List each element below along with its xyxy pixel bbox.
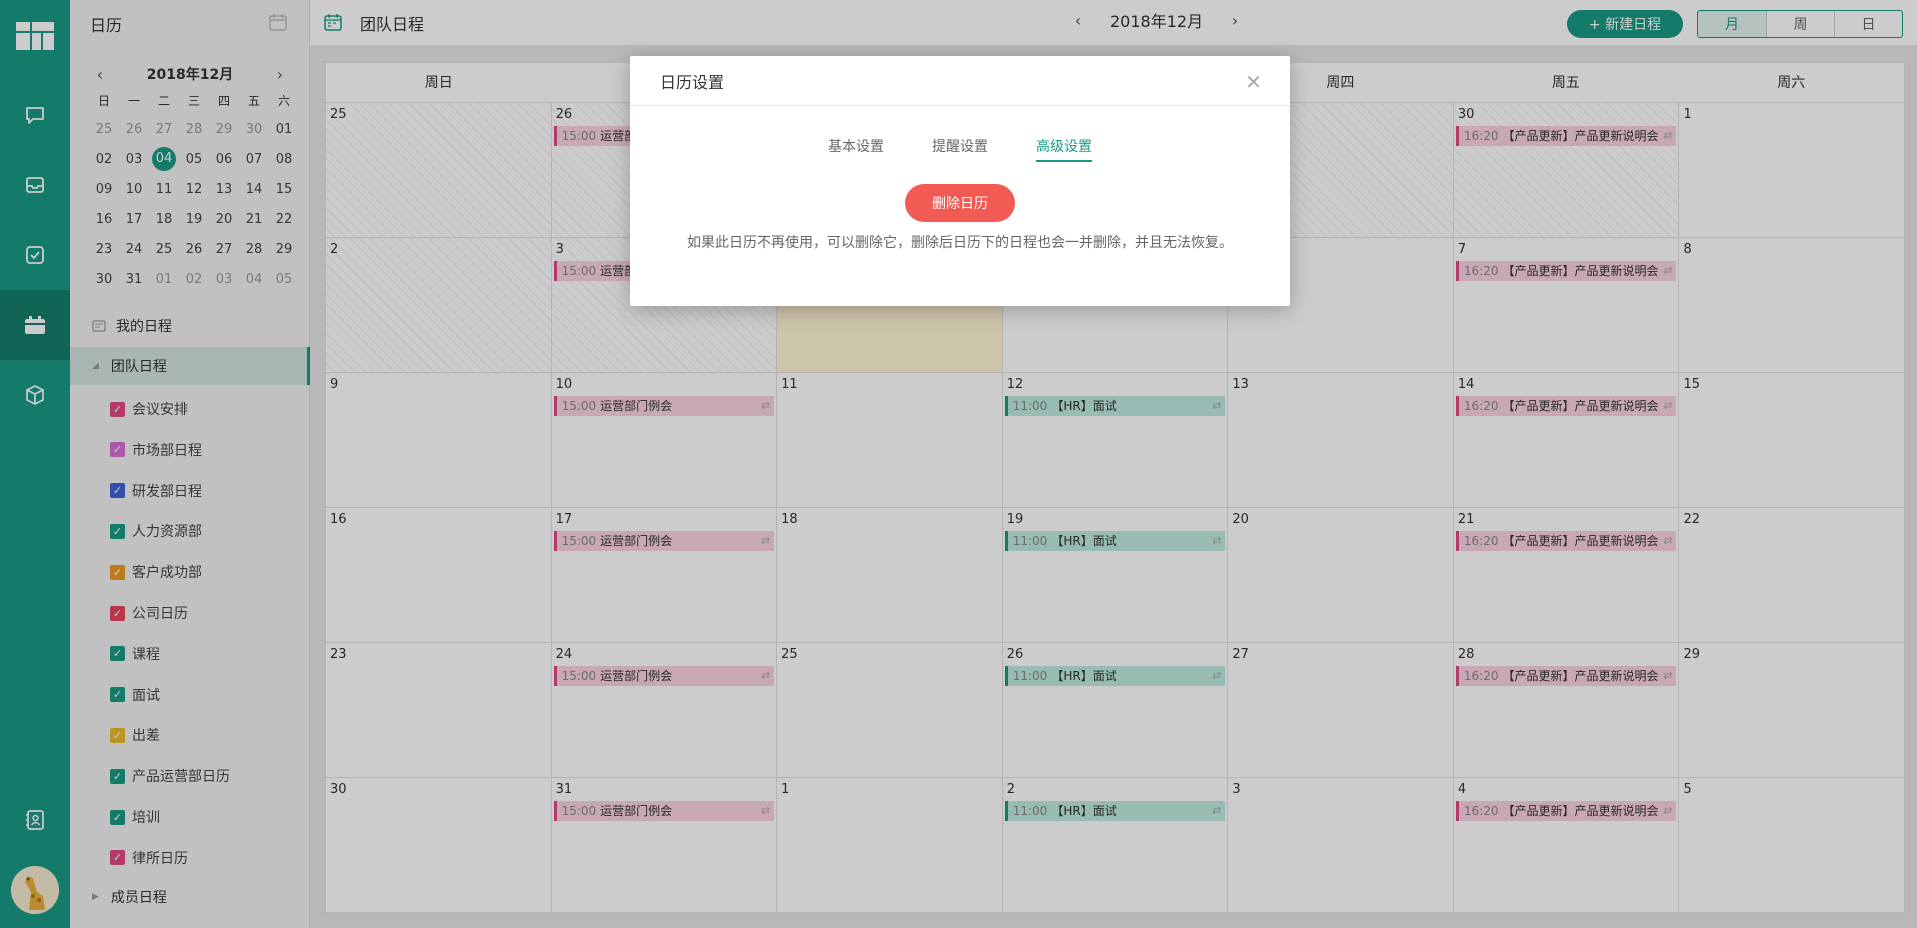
tab-reminder-settings[interactable]: 提醒设置 <box>932 136 988 162</box>
tab-advanced-settings[interactable]: 高级设置 <box>1036 136 1092 162</box>
close-icon[interactable]: ✕ <box>1245 70 1262 94</box>
settings-tabs: 基本设置 提醒设置 高级设置 <box>630 136 1290 162</box>
tab-basic-settings[interactable]: 基本设置 <box>828 136 884 162</box>
delete-calendar-note: 如果此日历不再使用，可以删除它，删除后日历下的日程也会一并删除，并且无法恢复。 <box>687 235 1233 251</box>
delete-calendar-button[interactable]: 删除日历 <box>905 184 1015 222</box>
calendar-settings-dialog: 日历设置 ✕ 基本设置 提醒设置 高级设置 删除日历 如果此日历不再使用，可以删… <box>630 56 1290 306</box>
dialog-title: 日历设置 <box>630 56 1290 106</box>
